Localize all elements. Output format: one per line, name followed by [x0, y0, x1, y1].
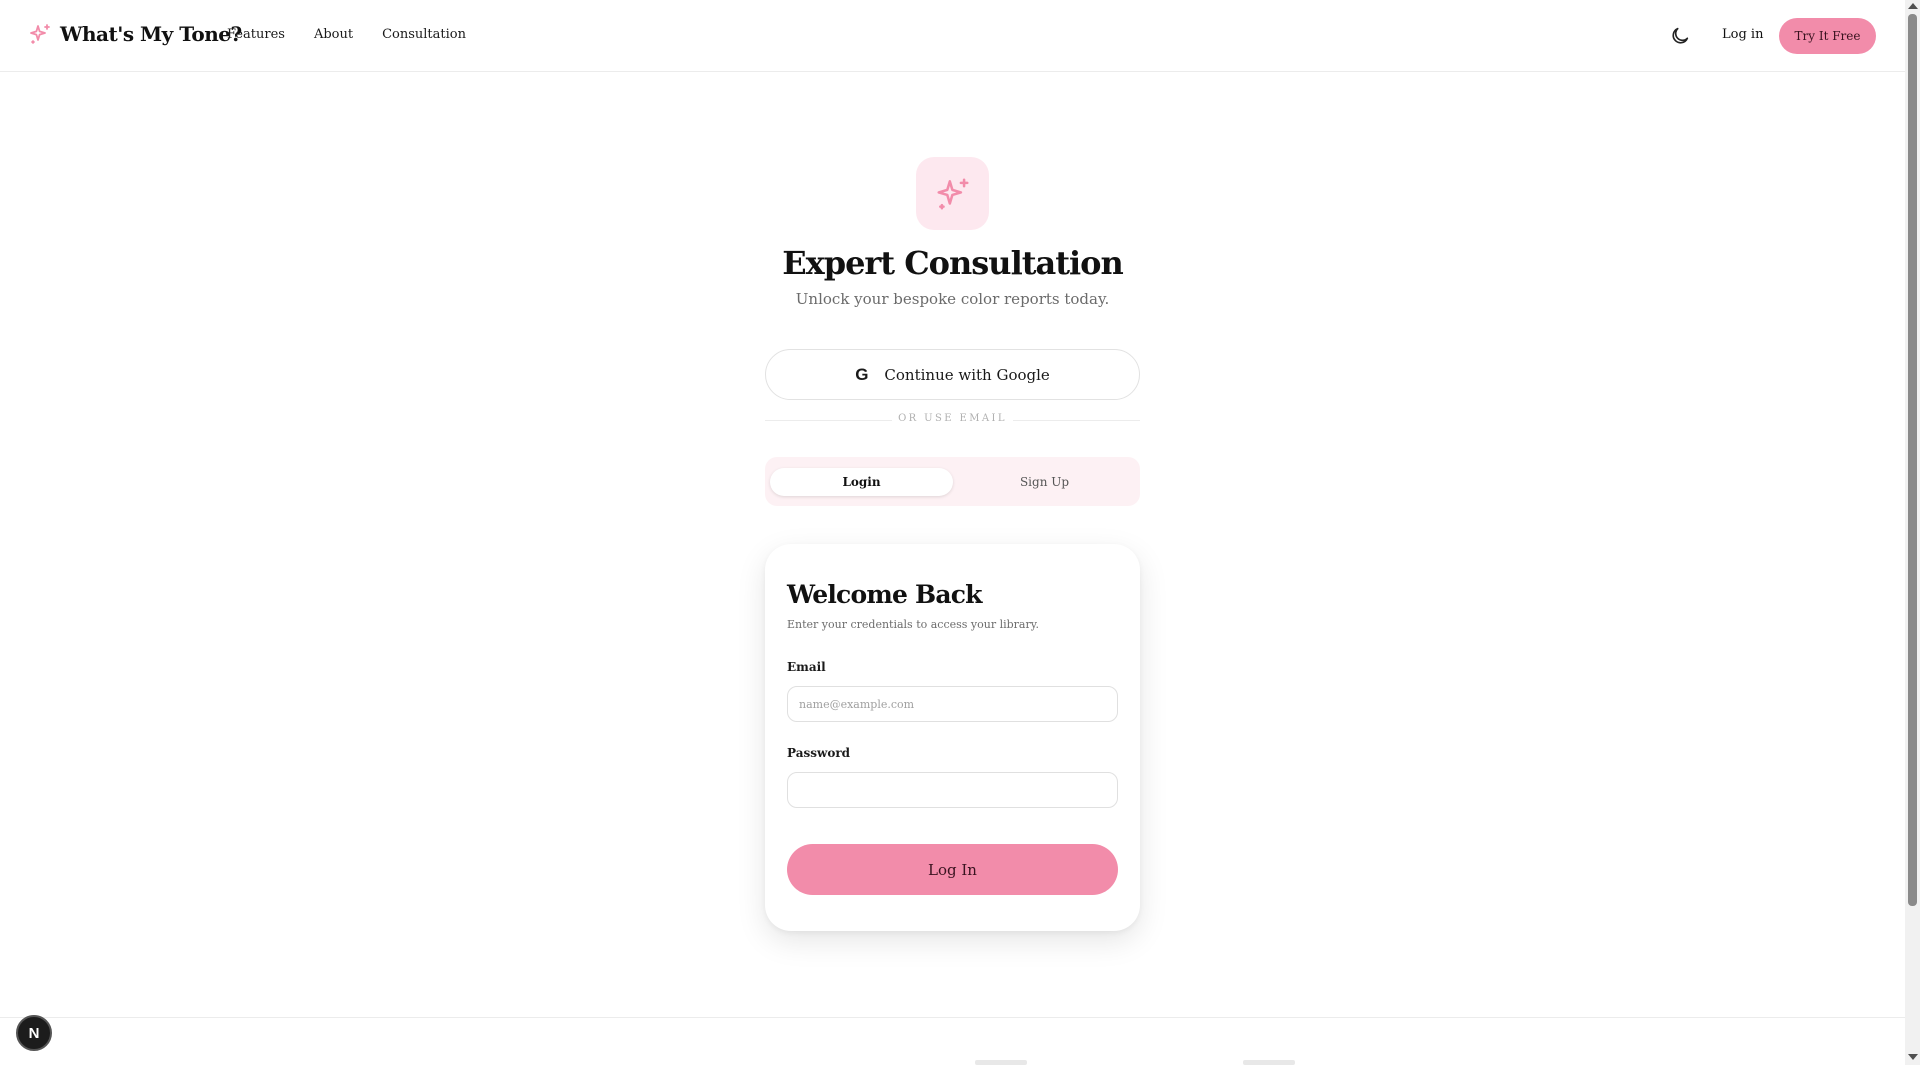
- main-nav: Features About Consultation: [227, 27, 466, 42]
- sparkle-icon: [936, 177, 969, 210]
- footer-divider: [0, 1017, 1905, 1018]
- brand-logo[interactable]: What's My Tone?: [28, 22, 242, 46]
- nav-link-about[interactable]: About: [314, 27, 353, 42]
- google-icon: G: [855, 364, 869, 384]
- scroll-up-arrow-icon[interactable]: [1908, 3, 1918, 9]
- password-label: Password: [787, 746, 851, 760]
- scroll-thumb[interactable]: [1908, 14, 1917, 906]
- brand-name: What's My Tone?: [60, 22, 242, 46]
- auth-tabs: Login Sign Up: [765, 457, 1140, 506]
- email-field[interactable]: [787, 686, 1118, 722]
- footer-heading-stub: [1243, 1060, 1295, 1065]
- sparkle-icon: [30, 24, 50, 44]
- scroll-down-arrow-icon[interactable]: [1908, 1054, 1918, 1060]
- try-it-free-button[interactable]: Try It Free: [1779, 18, 1876, 54]
- log-in-button[interactable]: Log In: [787, 844, 1118, 895]
- moon-icon[interactable]: [1669, 25, 1691, 47]
- tab-login[interactable]: Login: [770, 468, 953, 496]
- top-navbar: What's My Tone? Features About Consultat…: [0, 0, 1905, 72]
- divider-text: OR USE EMAIL: [898, 413, 1007, 424]
- hero-icon-badge: [916, 157, 989, 230]
- card-subtitle: Enter your credentials to access your li…: [787, 618, 1039, 631]
- google-button-label: Continue with Google: [884, 365, 1050, 384]
- footer-heading-stub: [975, 1060, 1027, 1065]
- header-login-link[interactable]: Log in: [1722, 27, 1763, 42]
- page-scrollbar[interactable]: [1905, 0, 1920, 1065]
- password-field[interactable]: [787, 772, 1118, 808]
- nav-link-consultation[interactable]: Consultation: [382, 27, 466, 42]
- page-title: Expert Consultation: [782, 244, 1124, 282]
- nextjs-icon[interactable]: N: [16, 1015, 52, 1051]
- nav-link-features[interactable]: Features: [227, 27, 285, 42]
- login-card: Welcome Back Enter your credentials to a…: [765, 544, 1140, 931]
- card-title: Welcome Back: [787, 580, 982, 609]
- continue-with-google-button[interactable]: G Continue with Google: [765, 349, 1140, 400]
- tab-sign-up[interactable]: Sign Up: [953, 468, 1136, 496]
- page-subtitle: Unlock your bespoke color reports today.: [795, 290, 1110, 308]
- or-divider: OR USE EMAIL: [765, 412, 1140, 428]
- email-label: Email: [787, 660, 826, 674]
